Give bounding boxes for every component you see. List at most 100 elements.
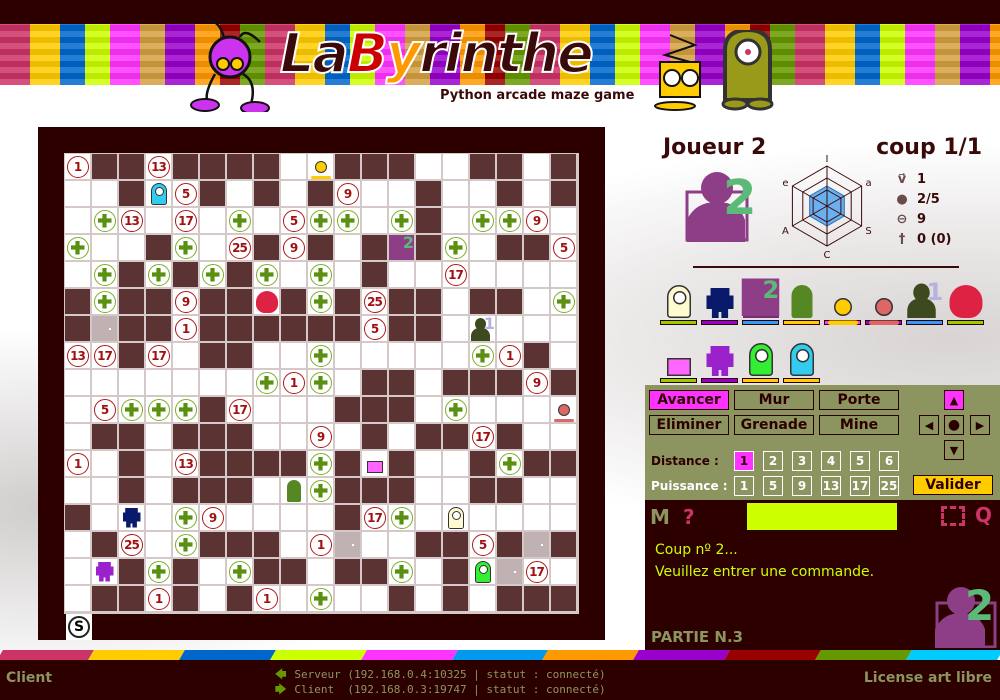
maze-cell[interactable] [119,370,144,395]
maze-cell-bonus[interactable] [254,370,279,395]
maze-cell-bonus[interactable] [65,235,90,260]
maze-cell[interactable] [146,208,171,233]
maze-cell-coin[interactable]: 25 [227,235,252,260]
maze-cell-bonus[interactable] [254,262,279,287]
maze-cell[interactable] [254,478,279,503]
maze-cell[interactable] [416,262,441,287]
maze-wall[interactable] [92,586,117,611]
power-option[interactable]: 1 [734,476,754,496]
maze-wall[interactable] [65,505,90,530]
maze-wall[interactable] [524,235,549,260]
maze-cell[interactable] [200,235,225,260]
maze-cell-coin[interactable]: 5 [173,181,198,206]
maze-cell[interactable] [92,235,117,260]
maze-cell[interactable] [281,586,306,611]
maze-wall[interactable] [335,451,360,476]
maze-cell-bonus[interactable] [227,559,252,584]
maze-cell[interactable] [470,262,495,287]
maze-cell[interactable] [389,262,414,287]
arrow-down-button[interactable]: ▼ [944,440,964,460]
maze-cell[interactable] [173,370,198,395]
maze-cell[interactable] [254,208,279,233]
distance-option[interactable]: 3 [792,451,812,471]
command-input[interactable] [747,503,897,530]
maze-wall[interactable] [389,478,414,503]
maze-cell-bonus[interactable] [497,451,522,476]
maze-wall[interactable] [173,586,198,611]
maze-door[interactable] [497,559,522,584]
maze-cell[interactable] [65,370,90,395]
maze-wall[interactable] [227,289,252,314]
maze-wall[interactable] [443,559,468,584]
maze-cell[interactable] [227,505,252,530]
action-grenade-button[interactable]: Grenade [734,415,814,435]
maze-wall[interactable] [281,289,306,314]
maze-cell-bonus[interactable] [173,397,198,422]
maze-cell-robot[interactable] [551,397,576,422]
maze-wall[interactable] [119,451,144,476]
maze-cell-bonus[interactable] [173,532,198,557]
maze-wall[interactable] [92,154,117,179]
roster-player[interactable] [742,338,779,383]
maze-cell-bonus[interactable] [308,208,333,233]
distance-option[interactable]: 4 [821,451,841,471]
maze-cell[interactable] [92,478,117,503]
maze-cell-coin[interactable]: 17 [362,505,387,530]
maze-cell[interactable] [92,505,117,530]
maze-cell-robot[interactable] [254,289,279,314]
maze-cell[interactable] [281,532,306,557]
maze-wall[interactable] [281,559,306,584]
maze-wall[interactable] [389,397,414,422]
maze-cell[interactable] [497,505,522,530]
maze-cell-coin[interactable]: 9 [524,208,549,233]
maze-wall[interactable] [524,451,549,476]
maze-cell-bonus[interactable] [173,235,198,260]
maze-wall[interactable] [416,532,441,557]
maze-cell-coin[interactable]: 25 [362,289,387,314]
maze-cell-coin[interactable]: 1 [497,343,522,368]
maze-cell[interactable] [416,478,441,503]
maze-wall[interactable] [308,235,333,260]
maze-wall[interactable] [362,154,387,179]
maze-cell[interactable] [65,262,90,287]
maze-wall[interactable] [119,559,144,584]
maze-cell-coin[interactable]: 5 [281,208,306,233]
maze-cell[interactable] [524,181,549,206]
maze-cell[interactable] [227,181,252,206]
maze-wall[interactable] [254,451,279,476]
maze-wall[interactable] [443,370,468,395]
maze-wall[interactable] [416,235,441,260]
maze-wall[interactable] [362,235,387,260]
maze-wall[interactable] [551,181,576,206]
maze-cell[interactable] [470,397,495,422]
maze-wall[interactable] [443,532,468,557]
maze-cell[interactable] [65,559,90,584]
maze-cell-robot[interactable] [92,559,117,584]
maze-cell[interactable] [551,316,576,341]
maze-cell-coin[interactable]: 1 [281,370,306,395]
maze-cell-bonus[interactable] [173,505,198,530]
maze-cell[interactable] [146,370,171,395]
maze-wall[interactable] [497,532,522,557]
roster-player[interactable] [947,280,984,325]
maze-wall[interactable] [254,181,279,206]
roster-player[interactable] [660,338,697,383]
maze-cell-coin[interactable]: 9 [308,424,333,449]
maze-wall[interactable] [443,424,468,449]
help-button[interactable]: ? [683,505,695,529]
maze-wall[interactable] [497,289,522,314]
maze-wall[interactable] [524,343,549,368]
maze-cell-robot[interactable] [281,478,306,503]
maze-wall[interactable] [200,424,225,449]
maze-wall[interactable] [173,154,198,179]
maze-wall[interactable] [92,424,117,449]
maze-cell[interactable] [65,424,90,449]
maze-wall[interactable] [389,451,414,476]
maze-cell[interactable] [416,451,441,476]
maze-wall[interactable] [227,424,252,449]
maze-wall[interactable] [335,316,360,341]
maze-cell[interactable] [389,424,414,449]
maze-cell-robot[interactable] [470,559,495,584]
maze-wall[interactable] [470,154,495,179]
maze-cell[interactable] [308,559,333,584]
